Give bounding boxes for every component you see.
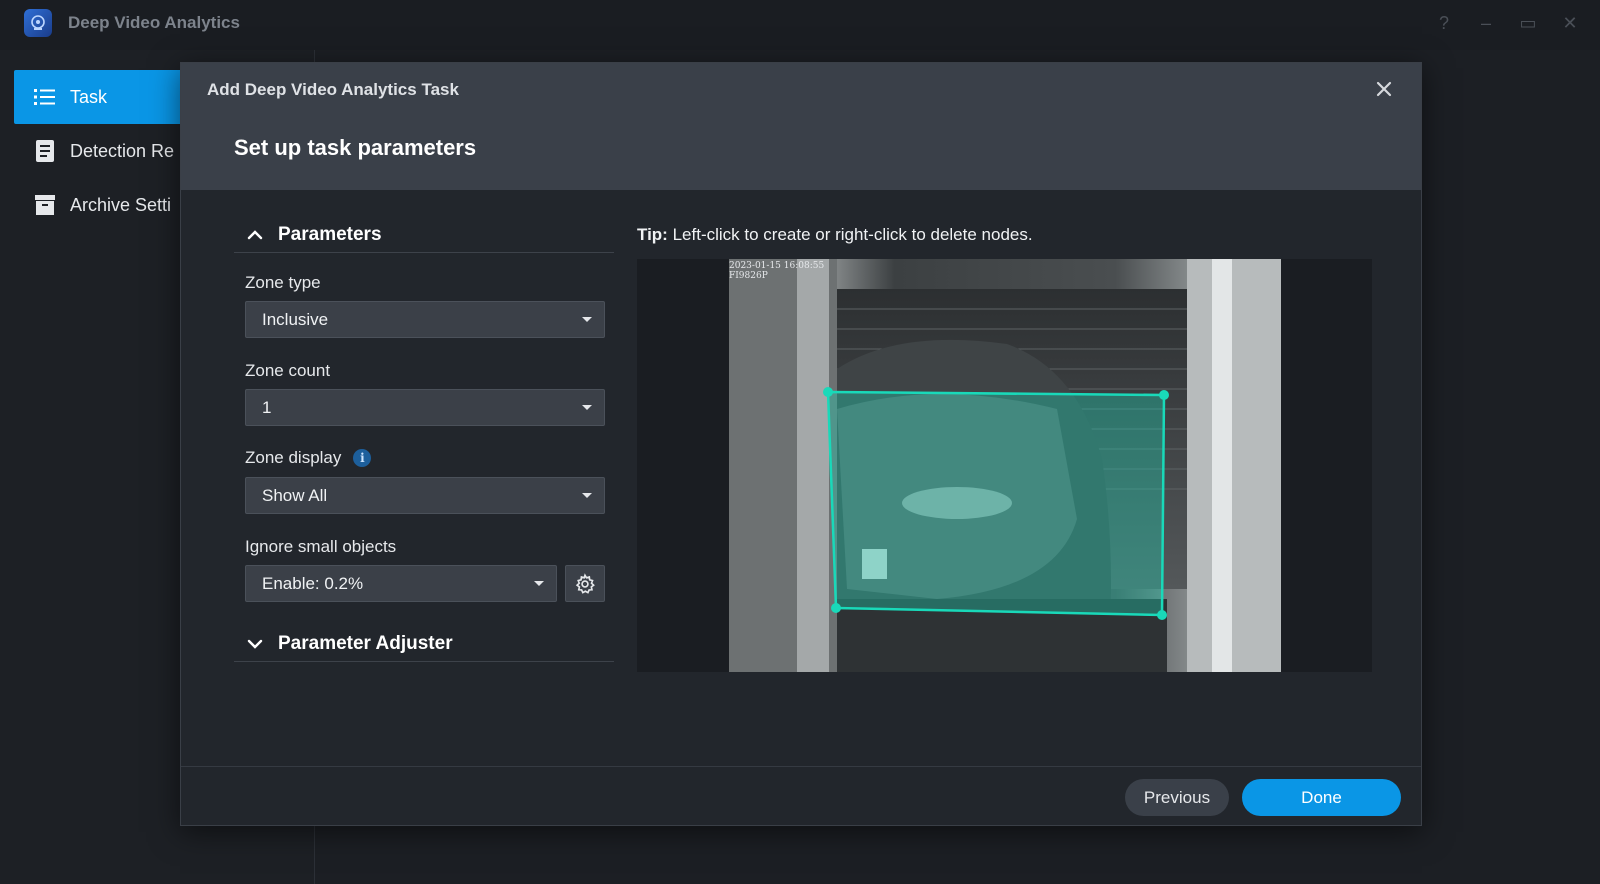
footer-divider — [181, 766, 1421, 767]
zone-display-label-row: Zone display i — [245, 448, 372, 468]
previous-button[interactable]: Previous — [1125, 779, 1229, 816]
gear-icon — [575, 572, 595, 594]
zone-count-label: Zone count — [245, 361, 331, 380]
parameters-section-title: Parameters — [278, 223, 382, 245]
chevron-down-icon — [247, 639, 263, 649]
zone-count-select[interactable]: 1 — [245, 389, 605, 426]
sidebar-item-label: Detection Re — [70, 140, 175, 161]
chevron-up-icon — [247, 229, 263, 239]
maximize-icon[interactable]: ▭ — [1518, 12, 1538, 34]
app-title: Deep Video Analytics — [68, 13, 240, 32]
done-button[interactable]: Done — [1242, 779, 1401, 816]
ignore-small-objects-settings-button[interactable] — [565, 565, 605, 602]
caret-down-icon — [534, 581, 544, 586]
camera-preview: 2023-01-15 16:08:55 FI9826P — [637, 259, 1372, 672]
caret-down-icon — [582, 317, 592, 322]
ignore-small-objects-label: Ignore small objects — [245, 537, 397, 556]
zone-count-value: 1 — [262, 397, 272, 417]
title-bar: Deep Video Analytics ? – ▭ ✕ — [0, 0, 1600, 50]
zone-display-select[interactable]: Show All — [245, 477, 605, 514]
help-icon[interactable]: ? — [1434, 12, 1454, 34]
sidebar-item-label: Task — [70, 86, 108, 107]
zone-editor-canvas[interactable]: 2023-01-15 16:08:55 FI9826P — [637, 259, 1372, 672]
zone-type-value: Inclusive — [262, 309, 329, 329]
camera-id: FI9826P — [729, 271, 768, 281]
dialog-title: Add Deep Video Analytics Task — [207, 80, 459, 99]
caret-down-icon — [582, 493, 592, 498]
close-icon[interactable] — [1373, 79, 1395, 101]
parameter-adjuster-section-toggle[interactable]: Parameter Adjuster — [234, 626, 614, 662]
parameters-section-toggle[interactable]: Parameters — [234, 217, 614, 253]
zone-display-value: Show All — [262, 485, 328, 505]
tip-label: Tip: — [637, 225, 668, 244]
ignore-small-objects-value: Enable: 0.2% — [262, 573, 364, 593]
app-logo-icon — [24, 9, 52, 37]
caret-down-icon — [582, 405, 592, 410]
info-icon[interactable]: i — [353, 449, 372, 467]
tip-message: Left-click to create or right-click to d… — [667, 225, 1033, 244]
minimize-icon[interactable]: – — [1476, 12, 1496, 34]
add-task-dialog: Add Deep Video Analytics Task Set up tas… — [180, 62, 1422, 826]
zone-display-label: Zone display — [245, 448, 342, 467]
list-icon — [34, 86, 56, 108]
ignore-small-objects-select[interactable]: Enable: 0.2% — [245, 565, 557, 602]
zone-type-select[interactable]: Inclusive — [245, 301, 605, 338]
video-timestamp: 2023-01-15 16:08:55 — [729, 261, 824, 271]
sidebar-item-label: Archive Setti — [70, 194, 172, 215]
archive-icon — [34, 194, 56, 216]
zone-type-label: Zone type — [245, 273, 321, 292]
parameter-adjuster-title: Parameter Adjuster — [278, 632, 453, 654]
document-icon — [34, 140, 56, 162]
step-title: Set up task parameters — [234, 135, 477, 160]
dialog-header: Add Deep Video Analytics Task Set up tas… — [181, 63, 1421, 190]
window-close-icon[interactable]: ✕ — [1560, 12, 1580, 34]
tip-text: Tip: Left-click to create or right-click… — [637, 225, 1033, 245]
